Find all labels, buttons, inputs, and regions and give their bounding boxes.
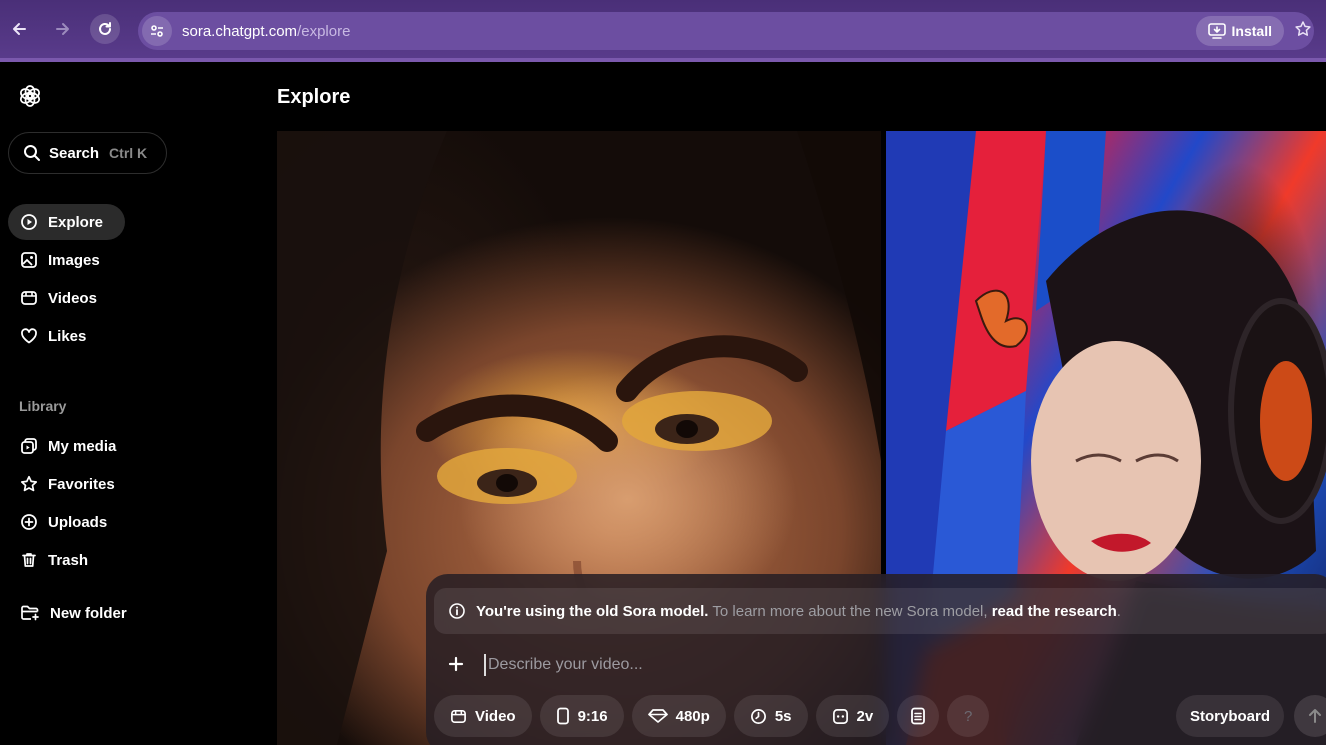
url-text: sora.chatgpt.com/explore <box>182 23 350 40</box>
presets-button[interactable] <box>897 695 940 737</box>
prompt-input[interactable] <box>484 654 984 676</box>
media-icon <box>21 438 37 454</box>
trash-icon <box>22 553 36 567</box>
type-label: Video <box>475 707 516 725</box>
search-shortcut: Ctrl K <box>109 145 148 161</box>
sidebar-item-label: Explore <box>48 213 104 231</box>
add-attachment-button[interactable] <box>446 652 466 678</box>
model-notice: You're using the old Sora model. To lear… <box>434 588 1326 634</box>
prompt-row <box>446 652 984 678</box>
variations-label: 2v <box>856 707 874 725</box>
aspect-label: 9:16 <box>577 707 608 725</box>
document-icon <box>911 707 926 725</box>
sidebar-item-uploads[interactable]: Uploads <box>8 504 125 540</box>
variations-icon <box>832 708 848 724</box>
sidebar-item-label: Trash <box>48 551 89 569</box>
sidebar-item-label: Favorites <box>48 475 115 493</box>
new-folder-label: New folder <box>50 604 127 622</box>
sidebar-item-label: Images <box>48 251 100 269</box>
openai-logo-icon[interactable] <box>18 84 42 108</box>
storyboard-button[interactable]: Storyboard <box>1176 695 1285 737</box>
notice-strong: You're using the old Sora model. <box>476 602 709 620</box>
clock-icon <box>750 708 766 724</box>
notice-body: To learn more about the new Sora model, <box>708 602 992 620</box>
sidebar: Search Ctrl K Explore Images Videos Like… <box>0 62 262 745</box>
help-button[interactable]: ? <box>947 695 990 737</box>
resolution-selector[interactable]: 480p <box>631 695 726 737</box>
video-icon <box>451 709 466 723</box>
plus-icon <box>448 656 464 672</box>
portrait-ratio-icon <box>556 707 569 725</box>
sidebar-item-my-media[interactable]: My media <box>8 428 125 464</box>
arrow-up-icon <box>1309 709 1321 723</box>
prompt-composer: You're using the old Sora model. To lear… <box>426 574 1326 745</box>
sidebar-item-label: Videos <box>48 289 97 307</box>
search-icon <box>24 145 40 161</box>
search-button[interactable]: Search Ctrl K <box>8 132 167 174</box>
install-label: Install <box>1231 23 1272 39</box>
generation-settings: Video 9:16 480p 5s 2v ? <box>434 695 990 737</box>
url-host: sora.chatgpt.com <box>182 22 298 40</box>
resolution-label: 480p <box>675 707 710 725</box>
aspect-ratio-selector[interactable]: 9:16 <box>539 695 624 737</box>
reload-button[interactable] <box>90 14 120 44</box>
back-button[interactable] <box>4 14 34 44</box>
sidebar-item-trash[interactable]: Trash <box>8 542 125 578</box>
new-folder-icon <box>21 605 39 621</box>
arrow-right-icon <box>56 23 69 35</box>
duration-label: 5s <box>774 707 792 725</box>
url-path: /explore <box>297 22 351 40</box>
image-icon <box>21 252 37 268</box>
submit-button[interactable] <box>1294 695 1326 737</box>
play-circle-icon <box>21 214 37 230</box>
browser-toolbar: sora.chatgpt.com/explore Install <box>0 0 1326 62</box>
diamond-icon <box>647 709 668 723</box>
notice-end: . <box>1116 602 1121 620</box>
heart-icon <box>21 328 37 344</box>
sidebar-item-likes[interactable]: Likes <box>8 318 125 354</box>
variations-selector[interactable]: 2v <box>815 695 890 737</box>
sidebar-item-videos[interactable]: Videos <box>8 280 125 316</box>
library-heading: Library <box>19 398 67 414</box>
sidebar-item-explore[interactable]: Explore <box>8 204 125 240</box>
info-icon <box>449 603 465 619</box>
type-selector[interactable]: Video <box>434 695 532 737</box>
sidebar-item-label: My media <box>48 437 117 455</box>
read-research-link[interactable]: read the research <box>992 603 1117 620</box>
sidebar-item-label: Uploads <box>48 513 108 531</box>
sidebar-item-images[interactable]: Images <box>8 242 125 278</box>
tune-icon <box>151 25 163 37</box>
new-folder-button[interactable]: New folder <box>8 595 158 631</box>
reload-icon <box>99 22 111 35</box>
address-bar[interactable]: sora.chatgpt.com/explore Install <box>138 12 1314 50</box>
install-icon <box>1207 23 1226 39</box>
star-icon <box>20 475 38 492</box>
bookmark-star-icon[interactable] <box>1294 20 1312 38</box>
site-info-button[interactable] <box>142 16 172 46</box>
plus-circle-icon <box>21 514 37 530</box>
install-button[interactable]: Install <box>1195 16 1284 46</box>
arrow-left-icon <box>13 23 26 35</box>
forward-button[interactable] <box>48 14 78 44</box>
sidebar-item-label: Likes <box>48 327 87 345</box>
video-icon <box>21 291 37 305</box>
sidebar-item-favorites[interactable]: Favorites <box>8 466 125 502</box>
page-title: Explore <box>277 86 351 108</box>
duration-selector[interactable]: 5s <box>733 695 808 737</box>
notice-text: You're using the old Sora model. To lear… <box>476 603 1121 620</box>
search-label: Search <box>49 144 100 162</box>
